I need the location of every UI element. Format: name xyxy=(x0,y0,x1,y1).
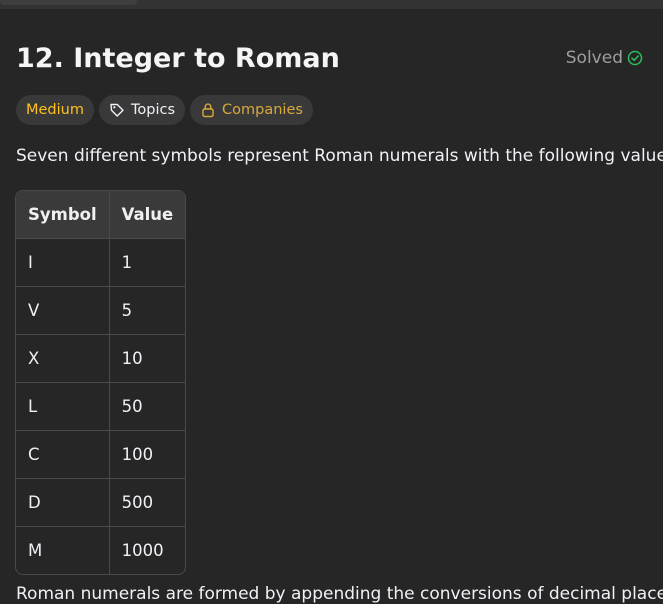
value-cell: 500 xyxy=(109,479,186,527)
symbol-cell: X xyxy=(16,335,110,383)
column-header-symbol: Symbol xyxy=(16,191,110,239)
description-intro: Seven different symbols represent Roman … xyxy=(16,146,663,166)
symbol-cell: C xyxy=(16,431,110,479)
value-cell: 50 xyxy=(109,383,186,431)
symbol-cell: V xyxy=(16,287,110,335)
tag-icon xyxy=(109,102,125,118)
description-next-paragraph: Roman numerals are formed by appending t… xyxy=(16,584,663,604)
value-cell: 100 xyxy=(109,431,186,479)
difficulty-label: Medium xyxy=(26,102,84,118)
table-header-row: Symbol Value xyxy=(16,191,186,239)
top-bar xyxy=(0,0,663,9)
table-row: M 1000 xyxy=(16,527,185,574)
active-tab-indicator[interactable] xyxy=(0,0,137,5)
lock-icon xyxy=(200,102,216,118)
topics-button[interactable]: Topics xyxy=(98,95,186,125)
table-row: D 500 xyxy=(16,479,186,527)
solved-status: Solved xyxy=(566,48,643,68)
symbol-cell: L xyxy=(16,383,110,431)
column-header-value: Value xyxy=(109,191,186,239)
companies-label: Companies xyxy=(222,102,303,118)
table-row: I 1 xyxy=(16,239,186,287)
value-cell: 5 xyxy=(109,287,186,335)
value-cell: 10 xyxy=(109,335,186,383)
companies-button[interactable]: Companies xyxy=(190,95,313,125)
roman-values-table: Symbol Value I 1 V 5 X 10 L 50 C 100 D 5… xyxy=(15,190,187,575)
symbol-cell: D xyxy=(16,479,110,527)
topics-label: Topics xyxy=(130,102,176,118)
check-circle-icon xyxy=(627,50,643,66)
table-row: X 10 xyxy=(16,335,186,383)
problem-header: 12. Integer to Roman Solved xyxy=(16,38,643,78)
problem-title[interactable]: 12. Integer to Roman xyxy=(16,43,340,74)
solved-label: Solved xyxy=(565,48,623,68)
symbol-cell: M xyxy=(16,527,110,574)
value-cell: 1 xyxy=(109,239,186,287)
symbol-cell: I xyxy=(16,239,110,287)
table-row: V 5 xyxy=(16,287,186,335)
value-cell: 1000 xyxy=(121,541,164,560)
problem-tags: Medium Topics Companies xyxy=(16,95,313,125)
table-row: C 100 xyxy=(16,431,186,479)
table-row: L 50 xyxy=(16,383,186,431)
difficulty-badge: Medium xyxy=(16,95,94,125)
